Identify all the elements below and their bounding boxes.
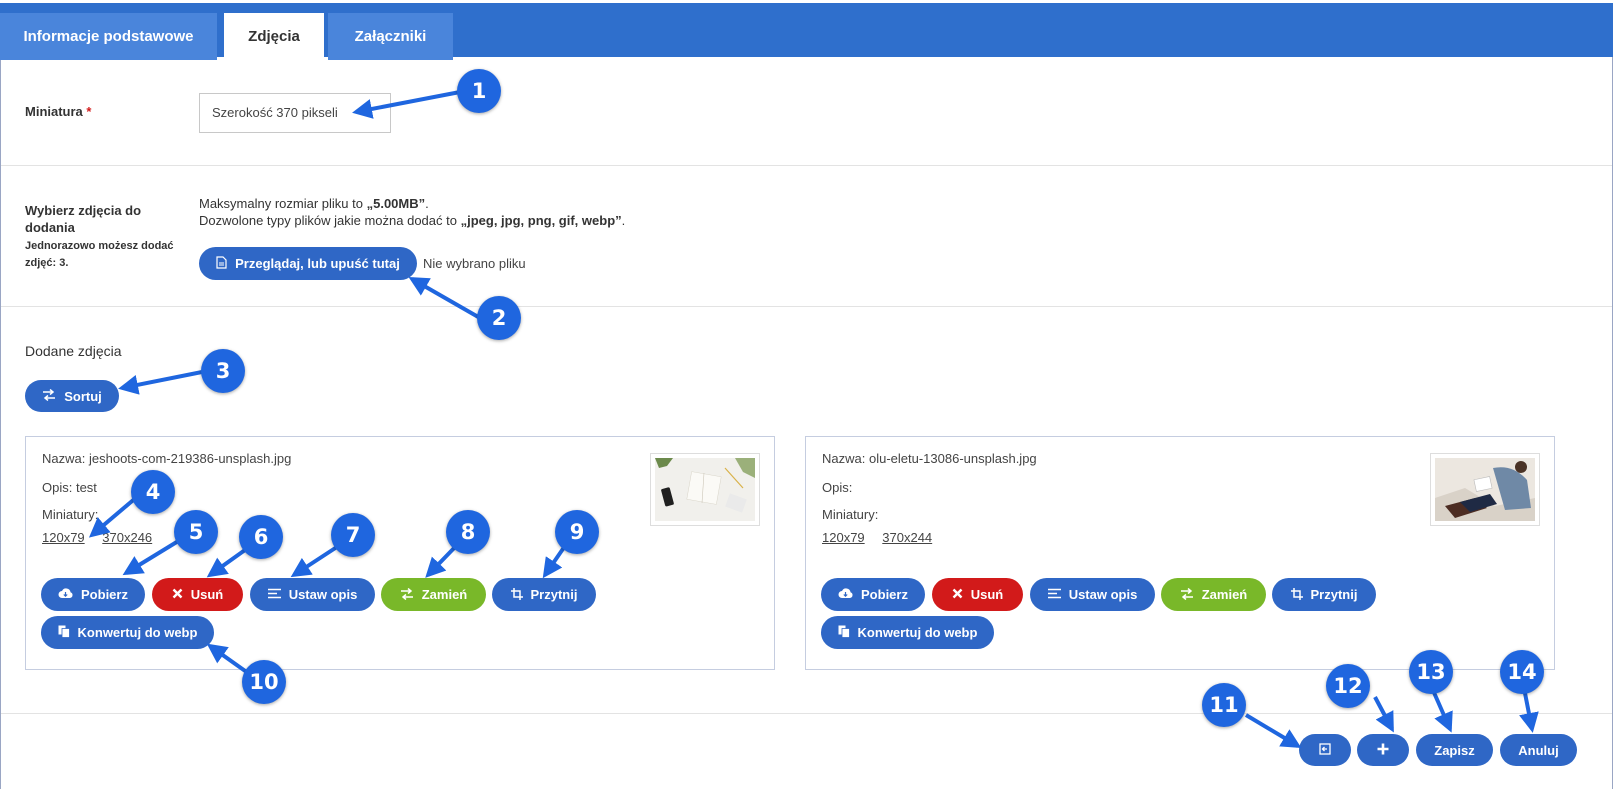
upload-hint-line2: zdjęć: 3.: [25, 257, 69, 269]
thumb-link-large[interactable]: 370x244: [882, 530, 932, 545]
callout-2: 2: [477, 296, 521, 340]
x-icon: [172, 588, 183, 601]
photo-thumbs-label: Miniatury:: [822, 507, 879, 522]
browse-button-label: Przeglądaj, lub upuść tutaj: [235, 256, 400, 271]
callout-10: 10: [242, 660, 286, 704]
crop-button[interactable]: Przytnij: [1272, 578, 1376, 611]
thumb-link-large[interactable]: 370x246: [102, 530, 152, 545]
copy-icon: [58, 625, 70, 640]
callout-8: 8: [446, 510, 490, 554]
delete-button[interactable]: Usuń: [152, 578, 243, 611]
browse-button[interactable]: Przeglądaj, lub upuść tutaj: [199, 247, 417, 280]
cloud-download-icon: [58, 588, 73, 601]
swap-arrows-icon: [1180, 587, 1194, 602]
upload-hint: Jednorazowo możesz dodać zdjęć: 3.: [25, 238, 185, 272]
delete-button[interactable]: Usuń: [932, 578, 1023, 611]
callout-14: 14: [1500, 650, 1544, 694]
sort-button[interactable]: Sortuj: [25, 380, 119, 412]
miniatura-label: Miniatura *: [25, 104, 91, 119]
callout-7: 7: [331, 513, 375, 557]
back-button[interactable]: [1299, 734, 1351, 766]
photo-name: Nazwa: olu-eletu-13086-unsplash.jpg: [822, 451, 1037, 466]
upload-label-line2: dodania: [25, 220, 75, 235]
required-mark: *: [86, 104, 92, 119]
miniatura-label-text: Miniatura: [25, 104, 83, 119]
save-button[interactable]: Zapisz: [1416, 734, 1493, 766]
photo-thumbnail[interactable]: [650, 453, 760, 526]
set-description-button[interactable]: Ustaw opis: [1030, 578, 1155, 611]
text-lines-icon: [1047, 588, 1061, 601]
download-button[interactable]: Pobierz: [41, 578, 145, 611]
convert-webp-button[interactable]: Konwertuj do webp: [41, 616, 214, 649]
photo-image: [1435, 458, 1535, 521]
plus-icon: [1377, 743, 1389, 757]
tab-basic-info[interactable]: Informacje podstawowe: [0, 13, 217, 60]
callout-11: 11: [1202, 683, 1246, 727]
add-button[interactable]: [1357, 734, 1409, 766]
convert-webp-button[interactable]: Konwertuj do webp: [821, 616, 994, 649]
photo-thumb-links: 120x79 370x244: [822, 530, 946, 545]
cancel-button[interactable]: Anuluj: [1500, 734, 1577, 766]
max-size-info: Maksymalny rozmiar pliku to „5.00MB”.: [199, 196, 429, 211]
added-photos-title: Dodane zdjęcia: [25, 343, 122, 359]
callout-6: 6: [239, 515, 283, 559]
photo-name: Nazwa: jeshoots-com-219386-unsplash.jpg: [42, 451, 292, 466]
tab-attachments[interactable]: Załączniki: [328, 13, 453, 60]
callout-12: 12: [1326, 664, 1370, 708]
callout-13: 13: [1409, 650, 1453, 694]
crop-button[interactable]: Przytnij: [492, 578, 596, 611]
replace-button[interactable]: Zamień: [381, 578, 486, 611]
sort-button-label: Sortuj: [64, 388, 102, 404]
cloud-download-icon: [838, 588, 853, 601]
replace-button[interactable]: Zamień: [1161, 578, 1266, 611]
divider: [1, 713, 1612, 714]
upload-label-line1: Wybierz zdjęcia do: [25, 203, 142, 218]
photo-thumbnail[interactable]: [1430, 453, 1540, 526]
photo-desc: Opis:: [822, 480, 853, 495]
thumb-link-small[interactable]: 120x79: [822, 530, 865, 545]
swap-arrows-icon: [42, 388, 56, 403]
thumb-link-small[interactable]: 120x79: [42, 530, 85, 545]
upload-hint-line1: Jednorazowo możesz dodać: [25, 240, 174, 252]
divider: [1, 306, 1612, 307]
photo-thumb-links: 120x79 370x246: [42, 530, 166, 545]
upload-label: Wybierz zdjęcia do dodania: [25, 202, 185, 236]
callout-3: 3: [201, 349, 245, 393]
crop-icon: [510, 587, 523, 602]
callout-5: 5: [174, 510, 218, 554]
download-button[interactable]: Pobierz: [821, 578, 925, 611]
tab-photos[interactable]: Zdjęcia: [224, 13, 324, 60]
crop-icon: [1290, 587, 1303, 602]
file-icon: [216, 256, 227, 271]
swap-arrows-icon: [400, 587, 414, 602]
text-lines-icon: [267, 588, 281, 601]
copy-icon: [838, 625, 850, 640]
photo-thumbs-label: Miniatury:: [42, 507, 99, 522]
no-file-text: Nie wybrano pliku: [423, 256, 526, 271]
set-description-button[interactable]: Ustaw opis: [250, 578, 375, 611]
callout-9: 9: [555, 510, 599, 554]
miniatura-select[interactable]: Szerokość 370 pikseli: [199, 93, 391, 133]
tab-bar: Informacje podstawowe Zdjęcia Załączniki: [0, 0, 1613, 60]
x-icon: [952, 588, 963, 601]
allowed-types-info: Dozwolone typy plików jakie można dodać …: [199, 213, 626, 228]
callout-1: 1: [457, 69, 501, 113]
callout-4: 4: [131, 470, 175, 514]
photo-image: [655, 458, 755, 521]
photo-desc: Opis: test: [42, 480, 97, 495]
back-icon: [1319, 743, 1331, 757]
divider: [1, 165, 1612, 166]
